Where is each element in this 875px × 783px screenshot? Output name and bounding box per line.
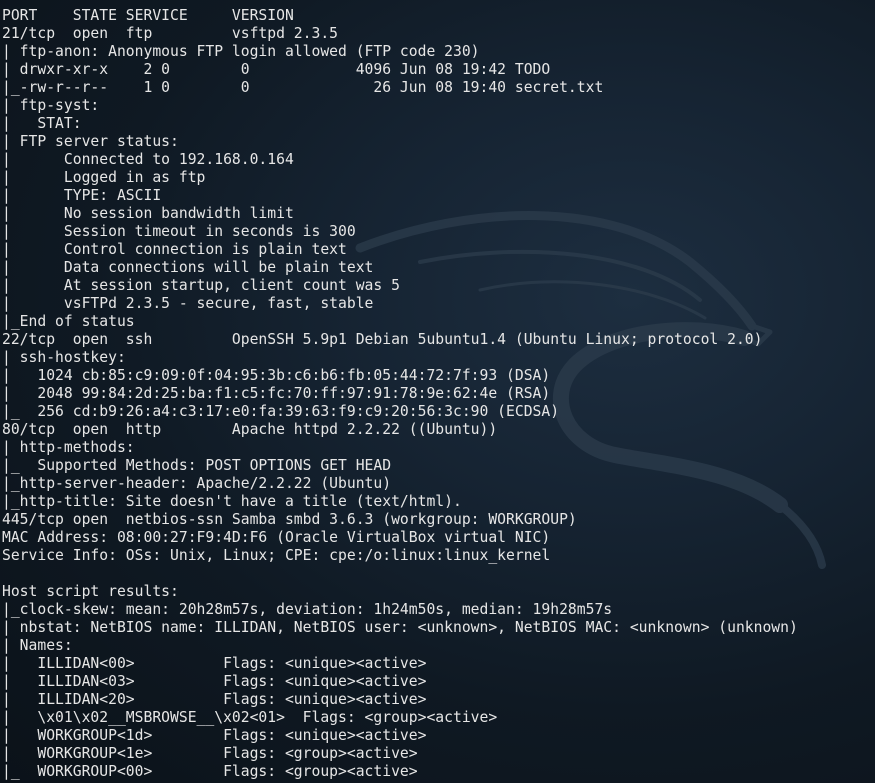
ftp-status-detail: | TYPE: ASCII <box>2 187 162 204</box>
nmap-output: PORT STATE SERVICE VERSION 21/tcp open f… <box>2 7 798 781</box>
port-22-line: 22/tcp open ssh OpenSSH 5.9p1 Debian 5ub… <box>2 331 763 348</box>
host-script-results-line: Host script results: <box>2 583 179 600</box>
ssh-hostkey-line: | ssh-hostkey: <box>2 349 126 366</box>
http-server-header: |_http-server-header: Apache/2.2.22 (Ubu… <box>2 475 392 492</box>
ftp-anon-line: | ftp-anon: Anonymous FTP login allowed … <box>2 43 480 60</box>
port-80-line: 80/tcp open http Apache httpd 2.2.22 ((U… <box>2 421 498 438</box>
ftp-status-detail: | Session timeout in seconds is 300 <box>2 223 356 240</box>
ftp-status-detail: | At session startup, client count was 5 <box>2 277 400 294</box>
ftp-listing-secret: |_-rw-r--r-- 1 0 0 26 Jun 08 19:40 secre… <box>2 79 604 96</box>
output-header-row: PORT STATE SERVICE VERSION <box>2 7 294 24</box>
http-title: |_http-title: Site doesn't have a title … <box>2 493 462 510</box>
ftp-server-status-line: | FTP server status: <box>2 133 179 150</box>
netbios-name-entry: | WORKGROUP<1d> Flags: <unique><active> <box>2 727 427 744</box>
port-445-line: 445/tcp open netbios-ssn Samba smbd 3.6.… <box>2 511 577 528</box>
netbios-name-entry: | WORKGROUP<1e> Flags: <group><active> <box>2 745 418 762</box>
nbstat-line: | nbstat: NetBIOS name: ILLIDAN, NetBIOS… <box>2 619 798 636</box>
ftp-stat-line: | STAT: <box>2 115 82 132</box>
ftp-status-detail: | No session bandwidth limit <box>2 205 294 222</box>
ftp-status-detail: | Data connections will be plain text <box>2 259 374 276</box>
terminal-window[interactable]: PORT STATE SERVICE VERSION 21/tcp open f… <box>0 0 875 783</box>
ftp-syst-line: | ftp-syst: <box>2 97 100 114</box>
names-line: | Names: <box>2 637 73 654</box>
http-methods-line: | http-methods: <box>2 439 135 456</box>
service-info-line: Service Info: OSs: Unix, Linux; CPE: cpe… <box>2 547 551 564</box>
netbios-name-entry: | ILLIDAN<00> Flags: <unique><active> <box>2 655 427 672</box>
ssh-key-rsa: | 2048 99:84:2d:25:ba:f1:c5:fc:70:ff:97:… <box>2 385 551 402</box>
ftp-status-end: |_End of status <box>2 313 135 330</box>
ftp-listing-todo: | drwxr-xr-x 2 0 0 4096 Jun 08 19:42 TOD… <box>2 61 551 78</box>
clock-skew-line: |_clock-skew: mean: 20h28m57s, deviation… <box>2 601 613 618</box>
netbios-name-entry: | \x01\x02__MSBROWSE__\x02<01> Flags: <g… <box>2 709 498 726</box>
ssh-key-ecdsa: |_ 256 cd:b9:26:a4:c3:17:e0:fa:39:63:f9:… <box>2 403 560 420</box>
ftp-status-detail: | vsFTPd 2.3.5 - secure, fast, stable <box>2 295 374 312</box>
ftp-status-detail: | Control connection is plain text <box>2 241 347 258</box>
ftp-status-detail: | Connected to 192.168.0.164 <box>2 151 294 168</box>
netbios-name-entry: | ILLIDAN<03> Flags: <unique><active> <box>2 673 427 690</box>
netbios-name-entry: |_ WORKGROUP<00> Flags: <group><active> <box>2 763 418 780</box>
ssh-key-dsa: | 1024 cb:85:c9:09:0f:04:95:3b:c6:b6:fb:… <box>2 367 551 384</box>
mac-address-line: MAC Address: 08:00:27:F9:4D:F6 (Oracle V… <box>2 529 551 546</box>
netbios-name-entry: | ILLIDAN<20> Flags: <unique><active> <box>2 691 427 708</box>
ftp-status-detail: | Logged in as ftp <box>2 169 206 186</box>
port-21-line: 21/tcp open ftp vsftpd 2.3.5 <box>2 25 339 42</box>
http-supported-methods: |_ Supported Methods: POST OPTIONS GET H… <box>2 457 392 474</box>
